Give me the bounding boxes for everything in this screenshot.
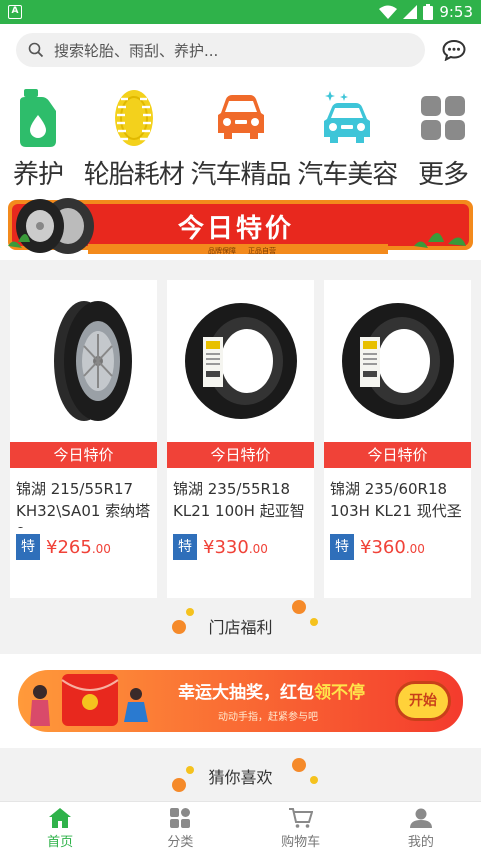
start-button[interactable]: 开始 (395, 681, 451, 721)
cart-icon (288, 807, 313, 828)
store-benefits-title: 门店福利 (208, 618, 273, 637)
message-button[interactable] (439, 35, 469, 65)
nav-home[interactable]: 首页 (0, 802, 120, 855)
category-label: 汽车精品 (190, 160, 292, 190)
deal-tag: 今日特价 (10, 442, 157, 468)
category-label: 汽车美容 (297, 160, 398, 190)
deal-banner[interactable]: 今日特价 品牌保障 正品自营 (8, 196, 473, 256)
category-car-beauty[interactable]: 汽车美容 (297, 76, 398, 194)
top-bar: 搜索轮胎、雨刮、养护... (0, 24, 481, 76)
deal-banner-subtitle-left: 品牌保障 (208, 247, 236, 255)
search-icon (28, 42, 44, 58)
special-badge: 特 (173, 534, 197, 560)
red-envelope-icon (30, 674, 148, 726)
price-cents: .00 (405, 541, 425, 556)
deal-tag: 今日特价 (167, 442, 314, 468)
category-tires[interactable]: 轮胎耗材 (84, 76, 185, 194)
status-bar: A 9:53 (0, 0, 481, 24)
category-label: 轮胎耗材 (83, 160, 185, 190)
confetti-dot (292, 600, 306, 614)
product-price: ¥330.00 (203, 537, 268, 558)
product-image (10, 280, 157, 442)
guess-you-like-heading: 猜你喜欢 (0, 748, 481, 804)
deal-banner-subtitle-right: 正品自营 (248, 247, 276, 255)
wifi-icon (379, 5, 398, 19)
nav-label: 首页 (47, 834, 74, 850)
confetti-dot (310, 776, 318, 784)
deal-products: 今日特价 锦湖 215/55R17 KH32\SA01 索纳塔9 特 ¥265.… (0, 260, 481, 598)
confetti-dot (172, 778, 186, 792)
confetti-dot (310, 618, 318, 626)
store-benefits-heading: 门店福利 (0, 598, 481, 654)
category-label: 养护 (12, 160, 64, 190)
tire-icon (114, 90, 153, 146)
tire-label-icon (184, 303, 297, 419)
product-card[interactable]: 今日特价 锦湖 215/55R17 KH32\SA01 索纳塔9 特 ¥265.… (10, 280, 157, 598)
promo-headline-b: 领不停 (314, 683, 365, 703)
product-name: 锦湖 235/60R18 103H KL21 现代圣 (330, 480, 462, 520)
promo-container: 幸运大抽奖，红包领不停 动动手指，赶紧参与吧 开始 (0, 654, 481, 748)
profile-icon (409, 808, 432, 828)
product-card[interactable]: 今日特价 锦湖 235/60R18 103H KL21 现代圣 特 ¥360.0… (324, 280, 471, 598)
price-main: ¥360 (360, 536, 406, 558)
signal-icon (403, 5, 418, 19)
tire-decoration-icon (16, 198, 94, 254)
product-image (167, 280, 314, 442)
lottery-banner[interactable]: 幸运大抽奖，红包领不停 动动手指，赶紧参与吧 开始 (18, 670, 463, 732)
special-badge: 特 (16, 534, 40, 560)
price-cents: .00 (91, 541, 111, 556)
search-placeholder: 搜索轮胎、雨刮、养护... (54, 41, 219, 60)
category-icon (170, 807, 191, 828)
tire-label-icon (341, 303, 454, 419)
product-price: ¥265.00 (46, 537, 111, 558)
nav-label: 购物车 (281, 834, 321, 850)
confetti-dot (186, 766, 194, 774)
special-badge: 特 (330, 534, 354, 560)
car-wash-icon (324, 91, 371, 143)
search-input[interactable]: 搜索轮胎、雨刮、养护... (16, 33, 425, 67)
promo-headline: 幸运大抽奖，红包领不停 (178, 678, 365, 703)
nav-category[interactable]: 分类 (120, 802, 240, 855)
car-icon (217, 95, 264, 139)
product-price: ¥360.00 (360, 537, 425, 558)
home-icon (49, 807, 72, 828)
category-maintenance[interactable]: 养护 (6, 76, 70, 194)
nav-cart[interactable]: 购物车 (241, 802, 361, 855)
bottom-nav: 首页 分类 购物车 我的 (0, 801, 481, 855)
deal-banner-container: 今日特价 品牌保障 正品自营 (0, 194, 481, 260)
price-main: ¥265 (46, 536, 92, 558)
deal-banner-title: 今日特价 (178, 214, 295, 244)
category-more[interactable]: 更多 (411, 76, 475, 194)
promo-sub: 动动手指，赶紧参与吧 (218, 712, 318, 723)
battery-icon (423, 4, 434, 20)
product-image (324, 280, 471, 442)
tire-side-icon (53, 301, 132, 421)
deal-tag: 今日特价 (324, 442, 471, 468)
clock: 9:53 (439, 3, 473, 21)
confetti-dot (186, 608, 194, 616)
promo-headline-a: 幸运大抽奖，红包 (178, 683, 314, 703)
price-main: ¥330 (203, 536, 249, 558)
product-name: 锦湖 235/55R18 KL21 100H 起亚智 (173, 480, 305, 520)
nav-profile[interactable]: 我的 (361, 802, 481, 855)
app-notification-icon: A (8, 5, 22, 19)
grid-icon (421, 96, 465, 140)
nav-label: 分类 (167, 834, 194, 850)
nav-label: 我的 (407, 834, 434, 850)
guess-you-like-title: 猜你喜欢 (208, 768, 273, 787)
category-grid: 养护 轮胎耗材 汽车精品 汽车美容 更多 (0, 76, 481, 194)
maintenance-bottle-icon (20, 89, 56, 147)
product-card[interactable]: 今日特价 锦湖 235/55R18 KL21 100H 起亚智 特 ¥330.0… (167, 280, 314, 598)
category-label: 更多 (417, 160, 469, 190)
price-cents: .00 (248, 541, 268, 556)
confetti-dot (292, 758, 306, 772)
category-accessories[interactable]: 汽车精品 (191, 76, 292, 194)
chat-bubble-icon (442, 39, 466, 61)
confetti-dot (172, 620, 186, 634)
product-name: 锦湖 215/55R17 KH32\SA01 索纳塔9 (16, 480, 151, 528)
